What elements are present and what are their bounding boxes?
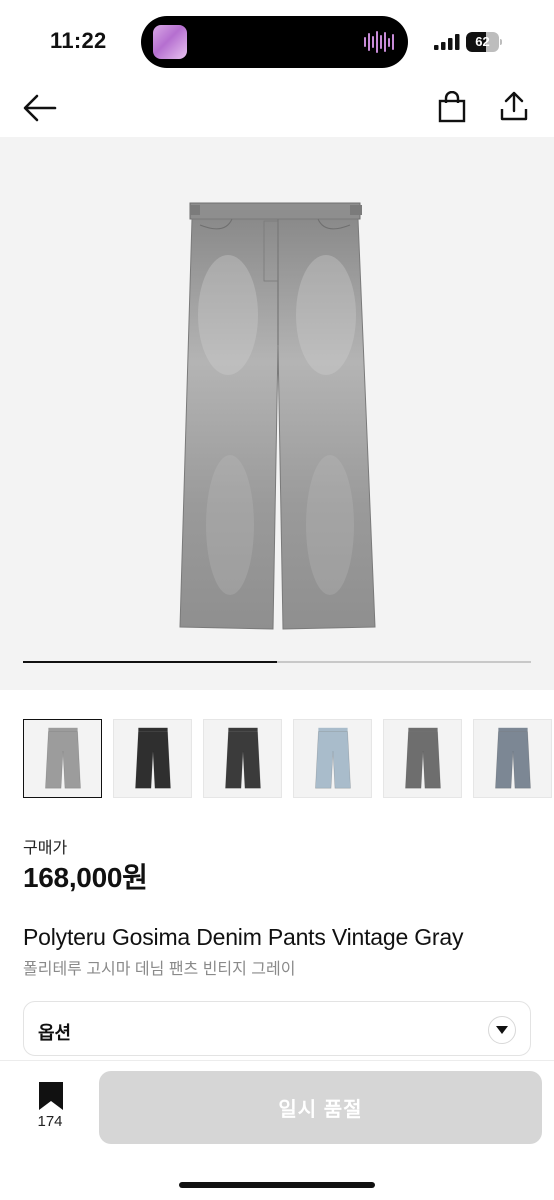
product-name-en: Polyteru Gosima Denim Pants Vintage Gray bbox=[23, 924, 464, 950]
thumbnail-pants-image bbox=[225, 727, 261, 789]
thumbnail-pants-image bbox=[45, 727, 81, 789]
shopping-bag-icon bbox=[438, 91, 466, 123]
now-playing-artwork bbox=[153, 25, 187, 59]
home-indicator[interactable] bbox=[179, 1182, 375, 1188]
shopping-bag-button[interactable] bbox=[432, 86, 472, 128]
thumbnail-2[interactable] bbox=[113, 719, 192, 798]
thumbnail-pants-image bbox=[315, 727, 351, 789]
carousel-progress-fill bbox=[23, 661, 277, 663]
thumbnail-4[interactable] bbox=[293, 719, 372, 798]
thumbnail-pants-image bbox=[405, 727, 441, 789]
thumbnail-6[interactable] bbox=[473, 719, 552, 798]
share-icon bbox=[500, 91, 528, 121]
top-nav bbox=[0, 80, 554, 136]
battery-icon: 62 bbox=[466, 32, 502, 52]
bookmark-icon bbox=[39, 1082, 63, 1110]
arrow-left-icon bbox=[23, 94, 57, 122]
status-time: 11:22 bbox=[50, 28, 107, 53]
product-image bbox=[179, 202, 376, 630]
signal-icon bbox=[434, 34, 460, 50]
carousel-progress bbox=[23, 661, 531, 663]
sold-out-label: 일시 품절 bbox=[278, 1099, 363, 1121]
color-thumbnails bbox=[23, 719, 554, 799]
audio-waveform-icon bbox=[364, 30, 394, 54]
thumbnail-3[interactable] bbox=[203, 719, 282, 798]
share-button[interactable] bbox=[494, 84, 534, 128]
thumbnail-pants-image bbox=[135, 727, 171, 789]
sold-out-button[interactable]: 일시 품절 bbox=[99, 1071, 542, 1144]
thumbnail-1[interactable] bbox=[23, 719, 102, 798]
status-bar: 11:22 62 bbox=[0, 0, 554, 80]
product-image-carousel[interactable] bbox=[0, 137, 554, 690]
option-label: 옵션 bbox=[38, 1023, 72, 1043]
thumbnail-5[interactable] bbox=[383, 719, 462, 798]
dynamic-island bbox=[141, 16, 408, 68]
bottom-action-bar: 174 일시 품절 bbox=[0, 1060, 554, 1200]
bookmark-button[interactable]: 174 bbox=[22, 1081, 78, 1137]
option-dropdown[interactable] bbox=[488, 1016, 516, 1044]
back-button[interactable] bbox=[18, 88, 62, 128]
product-name-ko: 폴리테루 고시마 데님 팬츠 빈티지 그레이 bbox=[23, 961, 296, 978]
option-select[interactable]: 옵션 bbox=[23, 1001, 531, 1056]
chevron-down-icon bbox=[496, 1026, 508, 1034]
price-label: 구매가 bbox=[23, 840, 68, 857]
thumbnail-pants-image bbox=[495, 727, 531, 789]
battery-level: 62 bbox=[475, 34, 490, 49]
price-value: 168,000원 bbox=[23, 862, 148, 893]
bookmark-count: 174 bbox=[37, 1113, 63, 1130]
